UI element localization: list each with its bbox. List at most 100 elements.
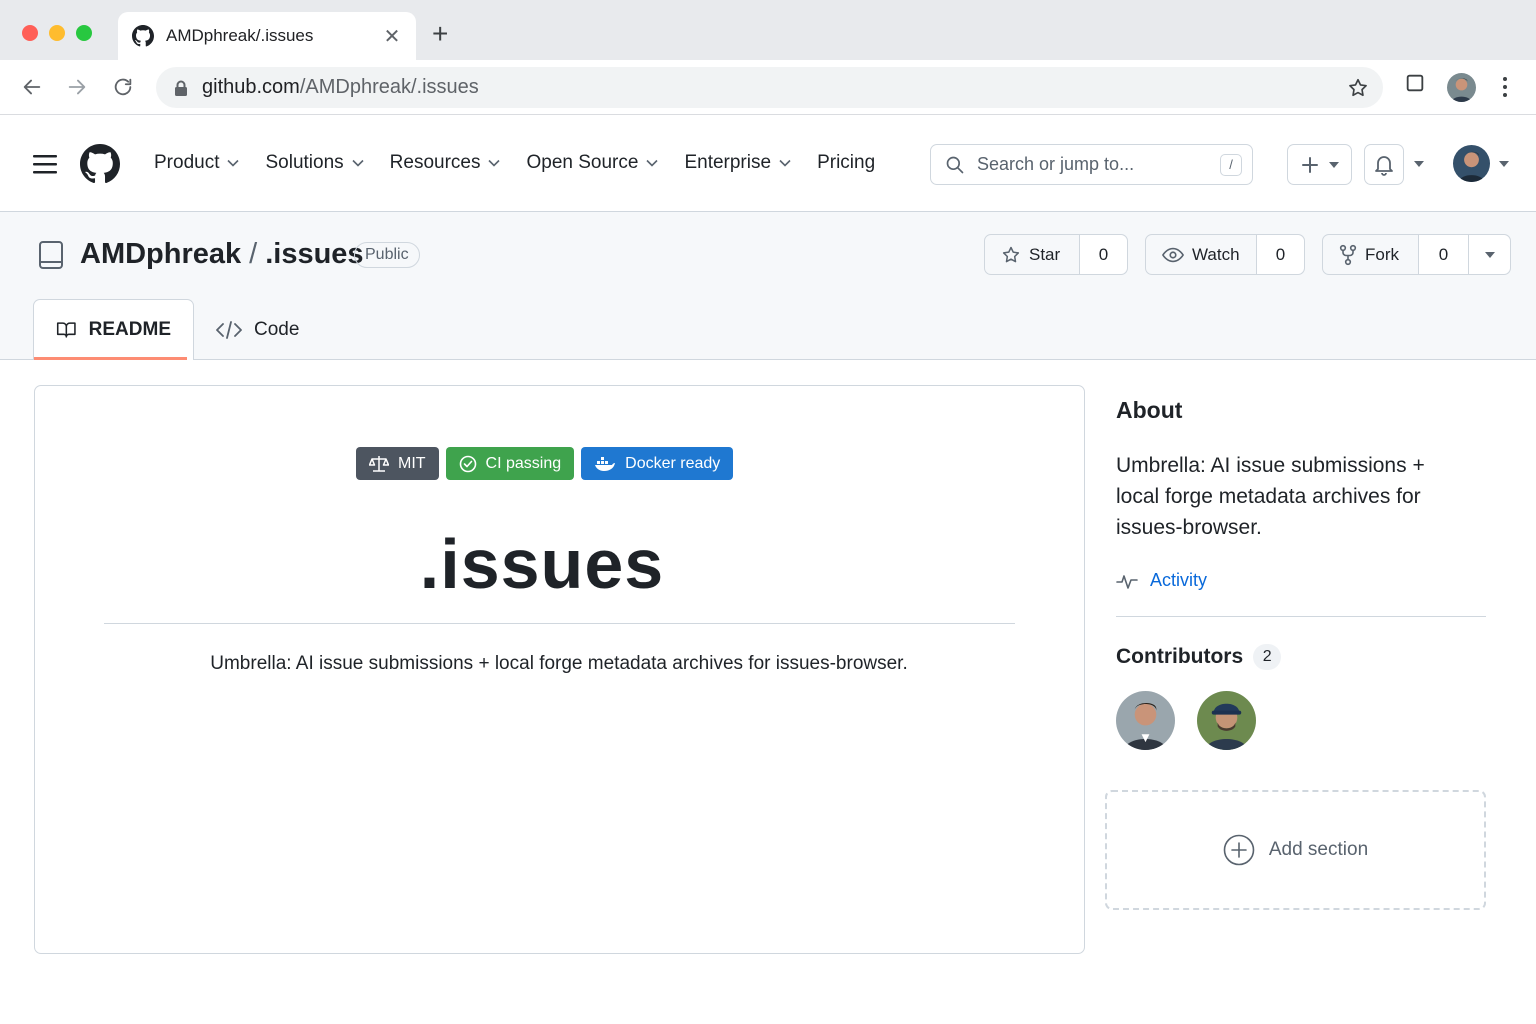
repo-icon: [39, 241, 63, 269]
tab-code-label: Code: [254, 318, 300, 340]
repo-separator: /: [249, 238, 258, 270]
nav-enterprise-label: Enterprise: [684, 152, 772, 173]
nav-product[interactable]: Product: [154, 152, 240, 174]
visibility-badge: Public: [354, 242, 420, 268]
address-bar[interactable]: github.com/AMDphreak/.issues: [156, 67, 1383, 108]
user-avatar[interactable]: [1453, 145, 1490, 182]
star-button[interactable]: Star 0: [984, 234, 1128, 275]
watch-count[interactable]: 0: [1256, 235, 1304, 274]
contributor-avatar[interactable]: [1197, 691, 1256, 750]
docker-badge-label: Docker ready: [625, 454, 721, 472]
nav-enterprise[interactable]: Enterprise: [684, 152, 791, 174]
notifications-button[interactable]: [1364, 144, 1404, 185]
nav-resources[interactable]: Resources: [390, 152, 501, 174]
watch-button[interactable]: Watch 0: [1145, 234, 1305, 275]
search-icon: [946, 156, 964, 173]
contributor-avatar[interactable]: [1116, 691, 1175, 750]
readme-panel: MIT CI passing Docker ready .issues Umbr…: [34, 385, 1085, 954]
repo-name-link[interactable]: .issues: [265, 238, 363, 271]
reload-button[interactable]: [108, 72, 138, 102]
plus-icon: [1301, 156, 1318, 173]
contributors-count: 2: [1253, 644, 1282, 670]
url-path: /AMDphreak/.issues: [299, 76, 479, 98]
add-section-label: Add section: [1268, 839, 1369, 860]
watch-label: Watch: [1192, 244, 1240, 264]
forward-button[interactable]: [62, 72, 92, 102]
lock-icon: [175, 80, 187, 96]
chevron-down-icon: [352, 159, 364, 167]
nav-pricing-label: Pricing: [817, 152, 876, 173]
fork-icon: [1339, 244, 1357, 265]
tab-search-icon[interactable]: [1404, 72, 1426, 94]
new-tab-button[interactable]: +: [432, 20, 448, 48]
nav-resources-label: Resources: [389, 152, 481, 173]
readme-badges: MIT CI passing Docker ready: [356, 447, 734, 480]
pulse-icon: [1116, 574, 1138, 589]
back-button[interactable]: [17, 72, 47, 102]
tab-code[interactable]: Code: [194, 299, 321, 360]
browser-menu-icon[interactable]: [1494, 72, 1516, 102]
ci-badge[interactable]: CI passing: [445, 447, 575, 480]
docker-whale-icon: [595, 456, 616, 471]
activity-link[interactable]: Activity: [1116, 570, 1207, 591]
window-maximize-button[interactable]: [76, 25, 92, 41]
github-favicon-icon: [132, 25, 154, 47]
sidebar-divider: [1116, 616, 1486, 617]
repo-header: AMDphreak / .issues Public Star 0 Watch …: [0, 212, 1536, 360]
nav-open-source[interactable]: Open Source: [526, 152, 659, 174]
window-minimize-button[interactable]: [49, 25, 65, 41]
user-menu-caret-icon[interactable]: [1499, 161, 1509, 167]
star-count[interactable]: 0: [1079, 235, 1127, 274]
browser-profile-avatar[interactable]: [1447, 73, 1476, 102]
eye-icon: [1162, 247, 1184, 262]
github-header: Product Solutions Resources Open Source …: [0, 116, 1536, 212]
github-logo-icon[interactable]: [80, 144, 120, 184]
chevron-down-icon: [646, 159, 659, 167]
tab-readme-label: README: [88, 319, 171, 340]
repo-tabs: README Code: [33, 299, 321, 360]
nav-solutions[interactable]: Solutions: [265, 152, 364, 174]
search-shortcut-key: /: [1220, 153, 1242, 176]
license-badge[interactable]: MIT: [356, 447, 439, 480]
notifications-caret-icon[interactable]: [1414, 161, 1424, 167]
license-badge-label: MIT: [398, 454, 426, 472]
fork-count[interactable]: 0: [1418, 235, 1468, 274]
nav-solutions-label: Solutions: [265, 152, 344, 173]
chevron-down-icon: [488, 159, 501, 167]
activity-label: Activity: [1150, 570, 1208, 590]
browser-toolbar: github.com/AMDphreak/.issues: [0, 60, 1536, 115]
hamburger-menu-icon[interactable]: [33, 153, 57, 175]
code-icon: [216, 320, 242, 339]
nav-open-source-label: Open Source: [526, 152, 639, 173]
star-label: Star: [1029, 244, 1061, 264]
bookmark-star-icon[interactable]: [1347, 77, 1369, 99]
arrow-right-icon: [68, 79, 86, 95]
contributors-heading[interactable]: Contributors 2: [1116, 644, 1282, 670]
repo-title: AMDphreak / .issues: [80, 238, 364, 271]
url-host: github.com: [202, 76, 300, 98]
nav-pricing[interactable]: Pricing: [817, 152, 875, 174]
readme-description: Umbrella: AI issue submissions + local f…: [210, 653, 908, 674]
search-input[interactable]: Search or jump to... /: [930, 144, 1253, 185]
main-nav: Product Solutions Resources Open Source …: [154, 152, 901, 174]
window-close-button[interactable]: [22, 25, 38, 41]
caret-down-icon: [1484, 251, 1495, 258]
add-section-button[interactable]: Add section: [1105, 790, 1486, 910]
about-description: Umbrella: AI issue submissions + local f…: [1116, 454, 1425, 539]
star-icon: [1002, 246, 1020, 262]
readme-divider: [104, 623, 1015, 624]
tab-readme[interactable]: README: [33, 299, 194, 360]
fork-button[interactable]: Fork 0: [1322, 234, 1511, 275]
chevron-down-icon: [779, 159, 791, 167]
browser-tab[interactable]: AMDphreak/.issues ✕: [118, 12, 416, 60]
repo-owner-link[interactable]: AMDphreak: [80, 238, 241, 271]
docker-badge[interactable]: Docker ready: [581, 447, 734, 480]
create-new-button[interactable]: [1287, 144, 1352, 185]
scale-icon: [369, 455, 389, 472]
readme-heading: .issues: [419, 525, 665, 603]
tab-close-icon[interactable]: ✕: [382, 24, 402, 49]
about-heading: About: [1116, 397, 1183, 423]
fork-dropdown-button[interactable]: [1468, 235, 1510, 274]
check-circle-icon: [459, 455, 476, 472]
ci-badge-label: CI passing: [485, 454, 562, 472]
